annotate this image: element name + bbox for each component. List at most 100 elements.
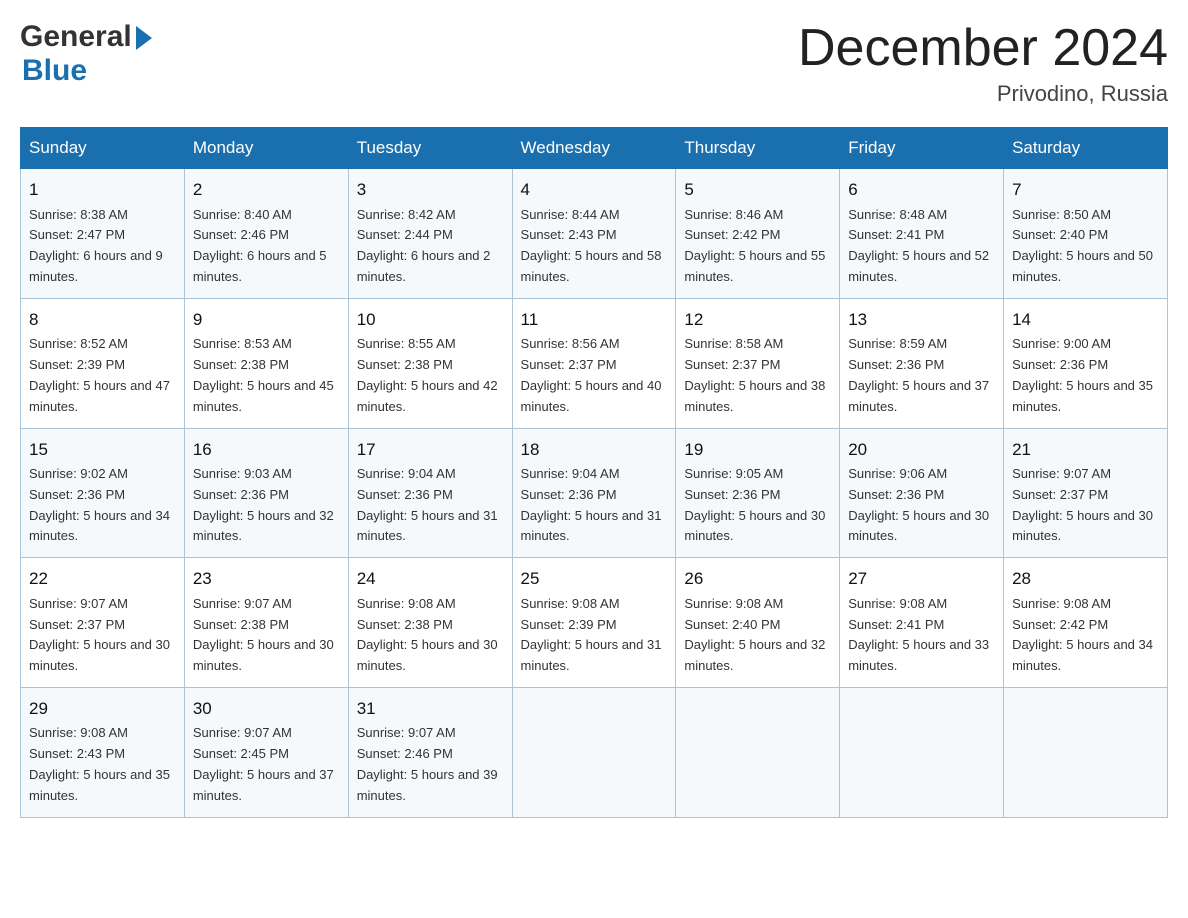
- day-info: Sunrise: 9:05 AMSunset: 2:36 PMDaylight:…: [684, 466, 825, 543]
- day-info: Sunrise: 9:08 AMSunset: 2:42 PMDaylight:…: [1012, 596, 1153, 673]
- col-friday: Friday: [840, 128, 1004, 169]
- day-info: Sunrise: 9:07 AMSunset: 2:46 PMDaylight:…: [357, 725, 498, 802]
- calendar-day-cell: 21 Sunrise: 9:07 AMSunset: 2:37 PMDayligh…: [1004, 428, 1168, 558]
- calendar-day-cell: 17 Sunrise: 9:04 AMSunset: 2:36 PMDayligh…: [348, 428, 512, 558]
- calendar-week-row: 29 Sunrise: 9:08 AMSunset: 2:43 PMDayligh…: [21, 687, 1168, 817]
- day-info: Sunrise: 9:07 AMSunset: 2:38 PMDaylight:…: [193, 596, 334, 673]
- calendar-day-cell: 1Sunrise: 8:38 AMSunset: 2:47 PMDaylight…: [21, 169, 185, 299]
- calendar-day-cell: 20 Sunrise: 9:06 AMSunset: 2:36 PMDayligh…: [840, 428, 1004, 558]
- day-number: 2: [193, 177, 340, 203]
- day-info: Sunrise: 9:08 AMSunset: 2:41 PMDaylight:…: [848, 596, 989, 673]
- day-info: Sunrise: 9:06 AMSunset: 2:36 PMDaylight:…: [848, 466, 989, 543]
- calendar-day-cell: 12 Sunrise: 8:58 AMSunset: 2:37 PMDayligh…: [676, 298, 840, 428]
- day-info: Sunrise: 8:40 AMSunset: 2:46 PMDaylight:…: [193, 207, 327, 284]
- day-number: 29: [29, 696, 176, 722]
- calendar-day-cell: 2 Sunrise: 8:40 AMSunset: 2:46 PMDaylight…: [184, 169, 348, 299]
- calendar-day-cell: 5 Sunrise: 8:46 AMSunset: 2:42 PMDaylight…: [676, 169, 840, 299]
- day-info: Sunrise: 9:03 AMSunset: 2:36 PMDaylight:…: [193, 466, 334, 543]
- day-info: Sunrise: 8:46 AMSunset: 2:42 PMDaylight:…: [684, 207, 825, 284]
- day-number: 18: [521, 437, 668, 463]
- calendar-day-cell: 9 Sunrise: 8:53 AMSunset: 2:38 PMDaylight…: [184, 298, 348, 428]
- day-number: 28: [1012, 566, 1159, 592]
- day-number: 13: [848, 307, 995, 333]
- day-info: Sunrise: 8:48 AMSunset: 2:41 PMDaylight:…: [848, 207, 989, 284]
- calendar-day-cell: 19Sunrise: 9:05 AMSunset: 2:36 PMDayligh…: [676, 428, 840, 558]
- calendar-day-cell: 22 Sunrise: 9:07 AMSunset: 2:37 PMDayligh…: [21, 558, 185, 688]
- calendar-day-cell: 29 Sunrise: 9:08 AMSunset: 2:43 PMDayligh…: [21, 687, 185, 817]
- location-subtitle: Privodino, Russia: [798, 81, 1168, 107]
- day-number: 1: [29, 177, 176, 203]
- day-info: Sunrise: 9:02 AMSunset: 2:36 PMDaylight:…: [29, 466, 170, 543]
- day-info: Sunrise: 8:53 AMSunset: 2:38 PMDaylight:…: [193, 336, 334, 413]
- col-thursday: Thursday: [676, 128, 840, 169]
- calendar-day-cell: 4 Sunrise: 8:44 AMSunset: 2:43 PMDaylight…: [512, 169, 676, 299]
- month-year-title: December 2024: [798, 20, 1168, 77]
- day-info: Sunrise: 8:58 AMSunset: 2:37 PMDaylight:…: [684, 336, 825, 413]
- col-saturday: Saturday: [1004, 128, 1168, 169]
- day-info: Sunrise: 8:59 AMSunset: 2:36 PMDaylight:…: [848, 336, 989, 413]
- col-monday: Monday: [184, 128, 348, 169]
- day-info: Sunrise: 8:52 AMSunset: 2:39 PMDaylight:…: [29, 336, 170, 413]
- day-number: 15: [29, 437, 176, 463]
- day-number: 31: [357, 696, 504, 722]
- calendar-week-row: 8Sunrise: 8:52 AMSunset: 2:39 PMDaylight…: [21, 298, 1168, 428]
- calendar-day-cell: [512, 687, 676, 817]
- col-wednesday: Wednesday: [512, 128, 676, 169]
- day-number: 10: [357, 307, 504, 333]
- calendar-day-cell: 11Sunrise: 8:56 AMSunset: 2:37 PMDayligh…: [512, 298, 676, 428]
- day-info: Sunrise: 9:04 AMSunset: 2:36 PMDaylight:…: [357, 466, 498, 543]
- logo-triangle-icon: [136, 26, 152, 50]
- logo-blue-text: Blue: [22, 54, 87, 87]
- day-info: Sunrise: 8:50 AMSunset: 2:40 PMDaylight:…: [1012, 207, 1153, 284]
- calendar-day-cell: 10Sunrise: 8:55 AMSunset: 2:38 PMDayligh…: [348, 298, 512, 428]
- day-number: 26: [684, 566, 831, 592]
- day-number: 23: [193, 566, 340, 592]
- calendar-day-cell: 23 Sunrise: 9:07 AMSunset: 2:38 PMDayligh…: [184, 558, 348, 688]
- calendar-day-cell: 16 Sunrise: 9:03 AMSunset: 2:36 PMDayligh…: [184, 428, 348, 558]
- calendar-day-cell: 26 Sunrise: 9:08 AMSunset: 2:40 PMDayligh…: [676, 558, 840, 688]
- calendar-week-row: 15 Sunrise: 9:02 AMSunset: 2:36 PMDayligh…: [21, 428, 1168, 558]
- calendar-day-cell: 6 Sunrise: 8:48 AMSunset: 2:41 PMDaylight…: [840, 169, 1004, 299]
- day-number: 21: [1012, 437, 1159, 463]
- calendar-week-row: 22 Sunrise: 9:07 AMSunset: 2:37 PMDayligh…: [21, 558, 1168, 688]
- calendar-day-cell: [840, 687, 1004, 817]
- day-info: Sunrise: 9:00 AMSunset: 2:36 PMDaylight:…: [1012, 336, 1153, 413]
- calendar-day-cell: 7 Sunrise: 8:50 AMSunset: 2:40 PMDaylight…: [1004, 169, 1168, 299]
- day-number: 20: [848, 437, 995, 463]
- calendar-day-cell: 18Sunrise: 9:04 AMSunset: 2:36 PMDayligh…: [512, 428, 676, 558]
- day-number: 22: [29, 566, 176, 592]
- day-info: Sunrise: 9:08 AMSunset: 2:43 PMDaylight:…: [29, 725, 170, 802]
- calendar-day-cell: [676, 687, 840, 817]
- day-number: 12: [684, 307, 831, 333]
- day-number: 27: [848, 566, 995, 592]
- calendar-day-cell: 30Sunrise: 9:07 AMSunset: 2:45 PMDayligh…: [184, 687, 348, 817]
- day-info: Sunrise: 9:08 AMSunset: 2:40 PMDaylight:…: [684, 596, 825, 673]
- calendar-day-cell: 28 Sunrise: 9:08 AMSunset: 2:42 PMDayligh…: [1004, 558, 1168, 688]
- calendar-day-cell: 13 Sunrise: 8:59 AMSunset: 2:36 PMDayligh…: [840, 298, 1004, 428]
- day-number: 25: [521, 566, 668, 592]
- day-number: 9: [193, 307, 340, 333]
- day-info: Sunrise: 9:07 AMSunset: 2:37 PMDaylight:…: [1012, 466, 1153, 543]
- day-number: 7: [1012, 177, 1159, 203]
- calendar-table: Sunday Monday Tuesday Wednesday Thursday…: [20, 127, 1168, 817]
- day-number: 30: [193, 696, 340, 722]
- day-info: Sunrise: 8:42 AMSunset: 2:44 PMDaylight:…: [357, 207, 491, 284]
- day-number: 11: [521, 307, 668, 333]
- day-info: Sunrise: 9:08 AMSunset: 2:38 PMDaylight:…: [357, 596, 498, 673]
- calendar-day-cell: 27 Sunrise: 9:08 AMSunset: 2:41 PMDayligh…: [840, 558, 1004, 688]
- calendar-day-cell: 24Sunrise: 9:08 AMSunset: 2:38 PMDayligh…: [348, 558, 512, 688]
- calendar-day-cell: 14Sunrise: 9:00 AMSunset: 2:36 PMDayligh…: [1004, 298, 1168, 428]
- day-info: Sunrise: 9:07 AMSunset: 2:37 PMDaylight:…: [29, 596, 170, 673]
- day-number: 6: [848, 177, 995, 203]
- page-header: General Blue December 2024 Privodino, Ru…: [20, 20, 1168, 107]
- calendar-day-cell: 3Sunrise: 8:42 AMSunset: 2:44 PMDaylight…: [348, 169, 512, 299]
- logo: General Blue: [20, 20, 152, 88]
- day-number: 4: [521, 177, 668, 203]
- calendar-day-cell: 31 Sunrise: 9:07 AMSunset: 2:46 PMDayligh…: [348, 687, 512, 817]
- calendar-day-cell: [1004, 687, 1168, 817]
- day-info: Sunrise: 8:44 AMSunset: 2:43 PMDaylight:…: [521, 207, 662, 284]
- calendar-day-cell: 25Sunrise: 9:08 AMSunset: 2:39 PMDayligh…: [512, 558, 676, 688]
- day-number: 16: [193, 437, 340, 463]
- day-number: 5: [684, 177, 831, 203]
- day-number: 17: [357, 437, 504, 463]
